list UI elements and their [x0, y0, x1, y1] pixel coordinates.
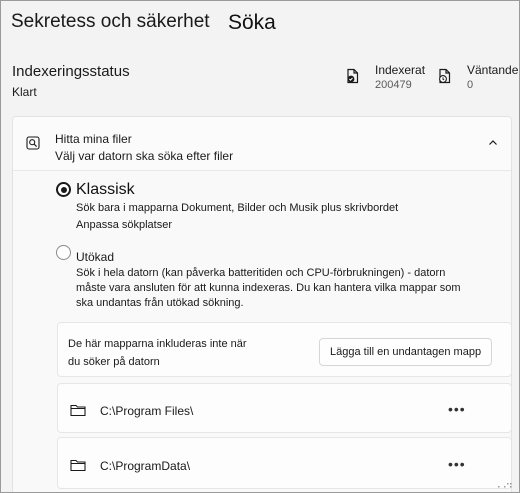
pending-file-icon [439, 68, 451, 84]
enhanced-description-line-3: ska undantas från utökad sökning. [76, 297, 244, 309]
customize-search-locations-link[interactable]: Anpassa sökplatser [76, 219, 172, 231]
pending-label: Väntande [467, 63, 519, 77]
enhanced-description-line-1: Sök i hela datorn (kan påverka batteriti… [76, 267, 446, 279]
resize-grip-icon[interactable] [495, 481, 515, 489]
find-my-files-card: Hitta mina filer Välj var datorn ska sök… [12, 116, 512, 492]
breadcrumb-parent[interactable]: Sekretess och säkerhet [11, 11, 210, 33]
excluded-folders-text-line-2: du söker på datorn [68, 356, 160, 368]
chevron-up-icon[interactable] [487, 137, 499, 149]
folder-icon [70, 404, 86, 417]
excluded-folder-row: C:\ProgramData\ ••• [57, 437, 511, 489]
indexed-label: Indexerat [375, 63, 426, 77]
classic-radio[interactable] [56, 182, 71, 197]
folder-path: C:\ProgramData\ [100, 459, 191, 473]
enhanced-radio[interactable] [56, 245, 71, 260]
indexed-file-icon [347, 68, 359, 84]
add-excluded-folder-button[interactable]: Lägga till en undantagen mapp [319, 338, 493, 366]
excluded-folder-row: C:\Program Files\ ••• [57, 383, 511, 433]
indexed-count: 200479 [375, 79, 412, 91]
classic-title: Klassisk [76, 181, 135, 198]
indexing-status-title: Indexeringsstatus [12, 63, 130, 80]
page-title: Söka [215, 11, 519, 41]
enhanced-title: Utökad [76, 250, 115, 264]
classic-description: Sök bara i mapparna Dokument, Bilder och… [76, 202, 399, 214]
search-icon [26, 136, 40, 150]
enhanced-description-line-2: måste vara ansluten för att kunna indexe… [76, 282, 461, 294]
excluded-folders-info: De här mapparna inkluderas inte när du s… [57, 322, 511, 377]
settings-window: Sekretess och säkerhet Söka Indexeringss… [0, 0, 520, 493]
excluded-folders-text-line-1: De här mapparna inkluderas inte när [68, 338, 247, 350]
find-my-files-title: Hitta mina filer [55, 132, 132, 146]
indexing-status-value: Klart [12, 85, 37, 99]
folder-path: C:\Program Files\ [100, 404, 194, 418]
find-my-files-header[interactable]: Hitta mina filer Välj var datorn ska sök… [13, 117, 511, 171]
more-options-icon[interactable]: ••• [448, 402, 466, 416]
more-options-icon[interactable]: ••• [448, 457, 466, 471]
pending-count: 0 [467, 79, 474, 91]
find-my-files-subtitle: Välj var datorn ska söka efter filer [55, 149, 234, 163]
folder-icon [70, 459, 86, 472]
